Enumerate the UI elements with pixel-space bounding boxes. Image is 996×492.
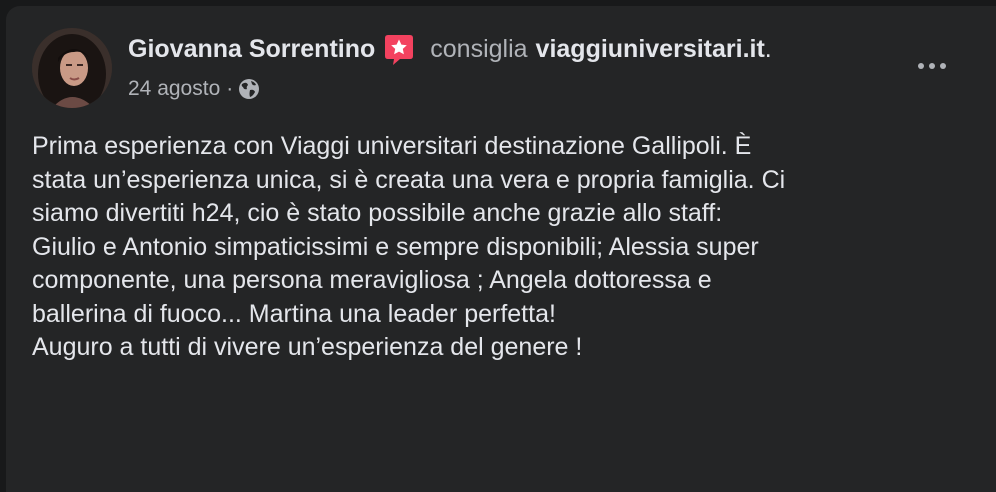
post-card: Giovanna Sorrentino consiglia viaggiuniv… <box>6 6 996 492</box>
post-header: Giovanna Sorrentino consiglia viaggiuniv… <box>128 32 772 66</box>
avatar[interactable] <box>32 28 112 108</box>
more-dot <box>929 63 935 69</box>
page-link[interactable]: viaggiuniversitari.it <box>536 35 765 64</box>
avatar-photo <box>32 28 112 108</box>
post-body-line: Giulio e Antonio simpaticissimi e sempre… <box>32 232 759 261</box>
author-name[interactable]: Giovanna Sorrentino <box>128 35 375 64</box>
post-date[interactable]: 24 agosto <box>128 77 220 101</box>
more-dot <box>940 63 946 69</box>
post-body-line: siamo divertiti h24, cio è stato possibi… <box>32 199 723 227</box>
more-dot <box>918 63 924 69</box>
post-body: Prima esperienza con Viaggi universitari… <box>32 130 952 365</box>
post-body-line: ballerina di fuoco... Martina una leader… <box>32 299 556 328</box>
more-options-icon[interactable] <box>906 50 958 82</box>
post-body-line: componente, una persona meravigliosa ; A… <box>32 266 712 294</box>
meta-separator: · <box>226 77 234 100</box>
post-body-line: Prima esperienza con Viaggi universitari… <box>32 132 752 160</box>
post-body-line: stata un’esperienza unica, si è creata u… <box>32 165 786 194</box>
post-body-line: Auguro a tutti di vivere un’esperienza d… <box>32 333 583 361</box>
action-verb: consiglia <box>430 34 528 63</box>
recommend-star-icon <box>384 34 414 66</box>
post-meta: 24 agosto · <box>128 75 260 103</box>
globe-icon[interactable] <box>238 78 260 100</box>
header-period: . <box>764 34 772 63</box>
